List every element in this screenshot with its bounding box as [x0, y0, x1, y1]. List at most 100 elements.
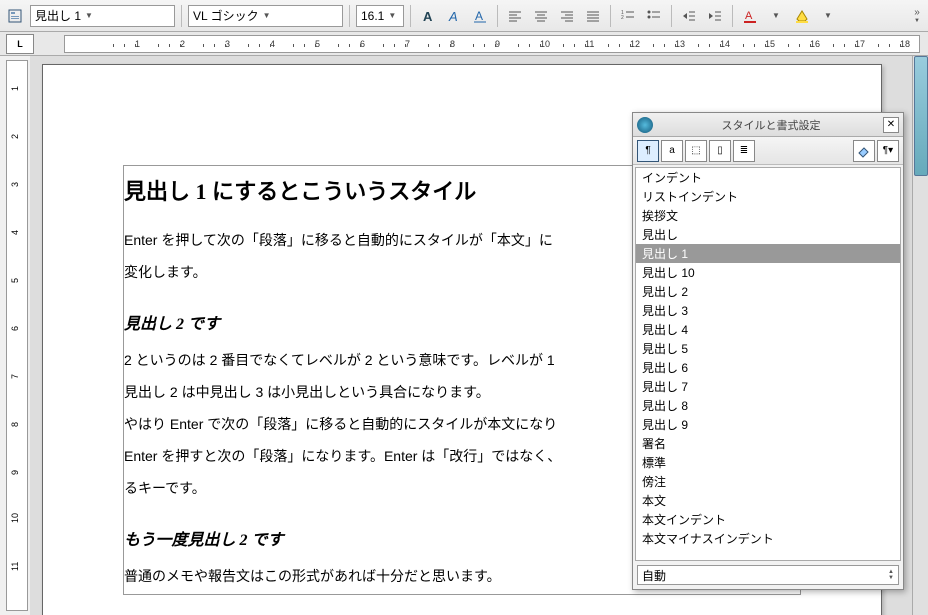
svg-text:A: A	[475, 9, 483, 23]
style-list-item[interactable]: 見出し 4	[636, 320, 900, 339]
svg-text:2: 2	[621, 15, 624, 21]
font-size-select[interactable]: 16.1 ▼	[356, 5, 404, 27]
style-list-item[interactable]: 傍注	[636, 472, 900, 491]
new-style-button[interactable]: ¶▾	[877, 140, 899, 162]
style-list-item[interactable]: 標準	[636, 453, 900, 472]
vruler-tick: 10	[10, 513, 20, 523]
font-name-select[interactable]: VL ゴシック ▼	[188, 5, 343, 27]
ruler-tick: 11	[585, 39, 594, 49]
character-styles-button[interactable]: a	[661, 140, 683, 162]
style-list-item[interactable]: インデント	[636, 168, 900, 187]
horizontal-ruler[interactable]: 123456789101112131415161718	[64, 35, 920, 53]
horizontal-ruler-row: L 123456789101112131415161718	[0, 32, 928, 56]
style-list-item[interactable]: 見出し	[636, 225, 900, 244]
style-list-item[interactable]: 見出し 10	[636, 263, 900, 282]
style-filter-value: 自動	[642, 567, 666, 584]
align-center-button[interactable]	[530, 5, 552, 27]
paragraph-styles-button[interactable]: ¶	[637, 140, 659, 162]
ruler-tick: 17	[855, 39, 865, 49]
ruler-tick: 12	[630, 39, 640, 49]
align-left-button[interactable]	[504, 5, 526, 27]
align-right-button[interactable]	[556, 5, 578, 27]
vertical-ruler[interactable]: 1234567891011	[6, 60, 28, 611]
separator	[497, 5, 498, 27]
style-list-item[interactable]: 署名	[636, 434, 900, 453]
vruler-tick: 11	[10, 562, 20, 571]
chevron-down-icon: ▼	[388, 11, 396, 20]
style-filter-select[interactable]: 自動 ▲▼	[637, 565, 899, 585]
formatting-toolbar: 見出し 1 ▼ VL ゴシック ▼ 16.1 ▼ A A A 12 A ▼ ▼ …	[0, 0, 928, 32]
frame-styles-button[interactable]: ⬚	[685, 140, 707, 162]
numbered-list-button[interactable]: 12	[617, 5, 639, 27]
ruler-tick: 18	[900, 39, 910, 49]
styles-list[interactable]: インデントリストインデント挨拶文見出し見出し 1見出し 10見出し 2見出し 3…	[635, 167, 901, 561]
style-list-item[interactable]: 見出し 9	[636, 415, 900, 434]
separator	[610, 5, 611, 27]
ruler-tick: 16	[810, 39, 820, 49]
style-list-item[interactable]: 見出し 1	[636, 244, 900, 263]
vertical-scrollbar[interactable]	[912, 56, 928, 615]
style-list-item[interactable]: 挨拶文	[636, 206, 900, 225]
panel-titlebar[interactable]: スタイルと書式設定 ✕	[633, 113, 903, 137]
style-list-item[interactable]: 見出し 2	[636, 282, 900, 301]
ruler-tick: 15	[765, 39, 775, 49]
bold-button[interactable]: A	[417, 5, 439, 27]
highlight-color-dropdown[interactable]: ▼	[817, 5, 839, 27]
decrease-indent-button[interactable]	[678, 5, 700, 27]
styles-formatting-panel: スタイルと書式設定 ✕ ¶ a ⬚ ▯ ≣ ¶▾ インデントリストインデント挨拶…	[632, 112, 904, 590]
vruler-tick: 5	[10, 278, 20, 283]
spin-arrows-icon: ▲▼	[888, 569, 894, 581]
panel-bottom: 自動 ▲▼	[633, 563, 903, 589]
style-list-item[interactable]: 本文マイナスインデント	[636, 529, 900, 548]
vruler-tick: 1	[10, 86, 20, 91]
separator	[410, 5, 411, 27]
list-styles-button[interactable]: ≣	[733, 140, 755, 162]
ruler-tick: 14	[720, 39, 730, 49]
style-list-item[interactable]: 見出し 7	[636, 377, 900, 396]
tab-stop-button[interactable]: L	[6, 34, 34, 54]
style-list-item[interactable]: 本文	[636, 491, 900, 510]
separator	[181, 5, 182, 27]
panel-title-text: スタイルと書式設定	[659, 117, 883, 133]
ruler-tick: 13	[675, 39, 685, 49]
underline-button[interactable]: A	[469, 5, 491, 27]
toolbar-overflow-button[interactable]: »▼	[910, 2, 924, 30]
chevron-down-icon: ▼	[263, 11, 271, 20]
style-list-item[interactable]: 見出し 6	[636, 358, 900, 377]
vruler-tick: 8	[10, 422, 20, 427]
vruler-tick: 3	[10, 182, 20, 187]
chevron-down-icon: ▼	[85, 11, 93, 20]
page-styles-button[interactable]: ▯	[709, 140, 731, 162]
increase-indent-button[interactable]	[704, 5, 726, 27]
font-color-dropdown[interactable]: ▼	[765, 5, 787, 27]
separator	[732, 5, 733, 27]
bullet-list-button[interactable]	[643, 5, 665, 27]
paragraph-style-value: 見出し 1	[35, 7, 81, 24]
font-size-value: 16.1	[361, 9, 384, 23]
font-name-value: VL ゴシック	[193, 7, 259, 24]
separator	[671, 5, 672, 27]
style-list-item[interactable]: 本文インデント	[636, 510, 900, 529]
styles-panel-toggle[interactable]	[4, 5, 26, 27]
font-color-button[interactable]: A	[739, 5, 761, 27]
fill-format-button[interactable]	[853, 140, 875, 162]
close-button[interactable]: ✕	[883, 117, 899, 133]
panel-toolbar: ¶ a ⬚ ▯ ≣ ¶▾	[633, 137, 903, 165]
ruler-tick: 10	[540, 39, 550, 49]
vruler-tick: 2	[10, 134, 20, 139]
scrollbar-thumb[interactable]	[914, 56, 928, 176]
paragraph-style-select[interactable]: 見出し 1 ▼	[30, 5, 175, 27]
app-icon	[637, 117, 653, 133]
style-list-item[interactable]: 見出し 5	[636, 339, 900, 358]
close-icon: ✕	[887, 119, 895, 130]
vruler-tick: 7	[10, 374, 20, 379]
svg-text:A: A	[745, 10, 753, 22]
highlight-color-button[interactable]	[791, 5, 813, 27]
style-list-item[interactable]: 見出し 8	[636, 396, 900, 415]
align-justify-button[interactable]	[582, 5, 604, 27]
style-list-item[interactable]: 見出し 3	[636, 301, 900, 320]
style-list-item[interactable]: リストインデント	[636, 187, 900, 206]
separator	[349, 5, 350, 27]
italic-button[interactable]: A	[443, 5, 465, 27]
vruler-tick: 4	[10, 230, 20, 235]
